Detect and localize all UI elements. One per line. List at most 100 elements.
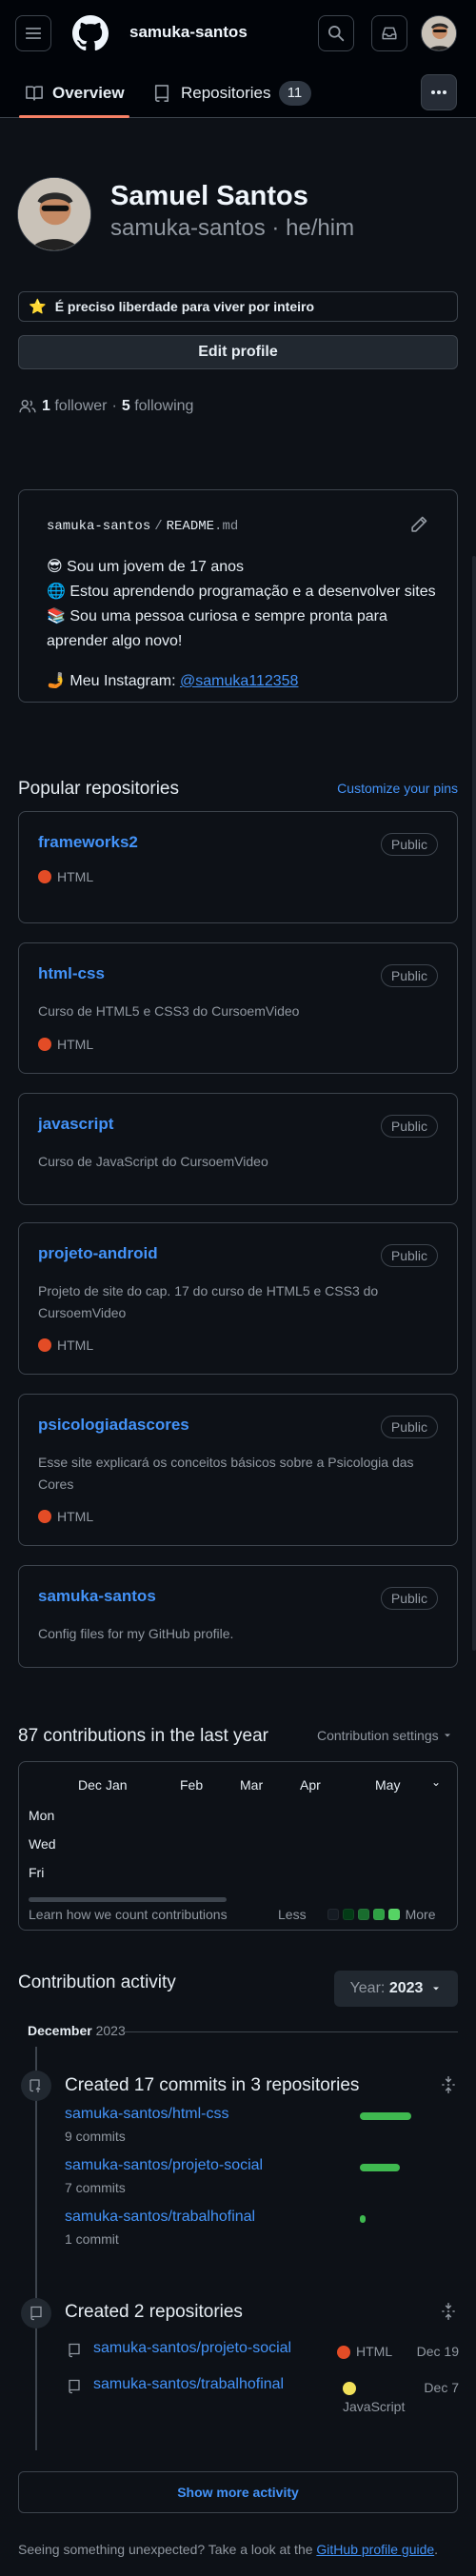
commit-count-link[interactable]: 1 commit xyxy=(65,2231,119,2247)
collapse-commits-button[interactable] xyxy=(440,2075,459,2094)
readme-line: 📚 Sou uma pessoa curiosa e sempre pronta… xyxy=(47,604,437,654)
language-color-dot xyxy=(38,1510,51,1523)
readme-body: 😎 Sou um jovem de 17 anos 🌐 Estou aprend… xyxy=(47,555,437,694)
create-event-badge xyxy=(21,2298,51,2328)
tab-repositories[interactable]: Repositories 11 xyxy=(152,69,311,118)
kebab-horizontal-icon xyxy=(431,90,446,94)
activity-month-year: 2023 xyxy=(95,2023,126,2038)
language-name: HTML xyxy=(57,1509,94,1524)
visibility-badge: Public xyxy=(380,833,438,856)
repo-icon xyxy=(154,85,169,102)
more-tabs-button[interactable] xyxy=(421,74,457,110)
inbox-icon xyxy=(382,27,397,40)
repo-name-link[interactable]: projeto-android xyxy=(38,1244,158,1263)
github-logo-icon[interactable] xyxy=(72,15,109,51)
contribution-settings-label: Contribution settings xyxy=(317,1728,439,1743)
follow-separator: · xyxy=(111,398,117,414)
repo-language: HTML xyxy=(38,1338,93,1353)
created-repos-summary[interactable]: Created 2 repositories xyxy=(65,2302,243,2323)
commit-count-link[interactable]: 9 commits xyxy=(65,2129,126,2144)
commit-share-bar xyxy=(360,2164,400,2171)
day-label: Fri xyxy=(29,1865,45,1880)
visibility-badge: Public xyxy=(380,1244,438,1267)
language-color-dot xyxy=(343,2382,356,2395)
legend-cells xyxy=(327,1909,404,1920)
header-username[interactable]: samuka-santos xyxy=(129,23,248,42)
legend-cell xyxy=(357,1909,369,1920)
day-label: Wed xyxy=(29,1836,56,1852)
fold-icon xyxy=(442,2076,455,2093)
user-avatar[interactable] xyxy=(421,15,457,51)
repo-icon xyxy=(69,2343,80,2358)
repo-name-link[interactable]: html-css xyxy=(38,964,105,983)
visibility-badge: Public xyxy=(380,1587,438,1610)
commit-share-bar xyxy=(360,2215,366,2223)
calendar-scrollbar[interactable] xyxy=(29,1897,227,1902)
month-label: Dec xyxy=(78,1777,102,1793)
repo-description: Esse site explicará os conceitos básicos… xyxy=(38,1455,414,1492)
repo-name-link[interactable]: javascript xyxy=(38,1115,113,1134)
search-button[interactable] xyxy=(318,15,354,51)
readme-line-text: Estou aprendendo programação e a desenvo… xyxy=(69,584,436,600)
tab-repositories-label: Repositories xyxy=(181,84,271,102)
triangle-down-icon xyxy=(433,1987,440,1991)
inbox-button[interactable] xyxy=(371,15,407,51)
profile-guide-link[interactable]: GitHub profile guide xyxy=(316,2542,434,2557)
repo-name-link[interactable]: psicologiadascores xyxy=(38,1416,189,1435)
legend-cell xyxy=(372,1909,385,1920)
status-text: É preciso liberdade para viver por intei… xyxy=(54,299,315,314)
created-repo-link[interactable]: samuka-santos/projeto-social xyxy=(93,2340,291,2357)
collapse-created-button[interactable] xyxy=(440,2302,459,2321)
following-link[interactable]: 5 following xyxy=(122,398,194,415)
followers-link[interactable]: 1 follower xyxy=(42,398,108,415)
created-repo-date: Dec 19 xyxy=(416,2344,459,2359)
commit-repo-link[interactable]: samuka-santos/trabalhofinal xyxy=(65,2209,255,2226)
readme-path: samuka-santos / README.md xyxy=(47,519,238,534)
calendar-months: Dec Jan Feb Mar Apr May ⌄ xyxy=(19,1775,457,1796)
activity-title: Contribution activity xyxy=(18,1972,176,1992)
repo-language: HTML xyxy=(38,1509,93,1524)
search-icon xyxy=(328,26,345,42)
repo-card: psicologiadascores Public Esse site explic… xyxy=(18,1394,458,1546)
sunglasses-emoji: 😎 xyxy=(47,559,63,575)
menu-button[interactable] xyxy=(15,15,51,51)
customize-pins-link[interactable]: Customize your pins xyxy=(333,781,458,796)
tab-overview[interactable]: Overview xyxy=(25,69,125,118)
profile-avatar xyxy=(17,177,91,251)
edit-profile-button[interactable]: Edit profile xyxy=(18,335,458,369)
commits-summary[interactable]: Created 17 commits in 3 repositories xyxy=(65,2075,359,2096)
repo-icon xyxy=(30,2306,42,2321)
readme-card: samuka-santos / README.md 😎 Sou um jovem d… xyxy=(18,489,458,703)
created-repo-link[interactable]: samuka-santos/trabalhofinal xyxy=(93,2376,284,2393)
visibility-badge: Public xyxy=(380,964,438,987)
commit-count-link[interactable]: 7 commits xyxy=(65,2180,126,2195)
commit-event-badge xyxy=(21,2071,51,2101)
following-count: 5 xyxy=(121,398,130,414)
triangle-down-icon xyxy=(444,1734,450,1737)
follow-stats: 1 follower · 5 following xyxy=(19,398,193,415)
learn-contributions-link[interactable]: Learn how we count contributions xyxy=(29,1907,228,1922)
repo-description: Projeto de site do cap. 17 do curso de H… xyxy=(38,1283,379,1320)
commit-repo-link[interactable]: samuka-santos/projeto-social xyxy=(65,2157,263,2174)
commit-repo-link[interactable]: samuka-santos/html-css xyxy=(65,2106,229,2123)
user-status[interactable]: ⭐ É preciso liberdade para viver por int… xyxy=(18,291,458,322)
instagram-link[interactable]: @samuka112358 xyxy=(180,673,298,689)
edit-readme-button[interactable] xyxy=(409,515,430,536)
calendar-legend: Less More xyxy=(278,1907,435,1922)
contribution-settings-button[interactable]: Contribution settings xyxy=(317,1728,453,1743)
year-select-button[interactable]: Year: 2023 xyxy=(334,1971,458,2007)
year-select-label: Year: xyxy=(349,1980,386,1996)
repo-name-link[interactable]: frameworks2 xyxy=(38,833,138,852)
legend-cell xyxy=(342,1909,354,1920)
show-more-activity-button[interactable]: Show more activity xyxy=(18,2471,458,2513)
repo-name-link[interactable]: samuka-santos xyxy=(38,1587,156,1606)
repo-card: html-css Public Curso de HTML5 e CSS3 do C… xyxy=(18,942,458,1074)
month-divider xyxy=(124,2031,458,2032)
tab-overview-underline xyxy=(19,115,129,118)
scrollbar[interactable] xyxy=(472,556,476,1651)
legend-cell xyxy=(387,1909,400,1920)
year-select-value: 2023 xyxy=(388,1980,424,1996)
legend-more: More xyxy=(405,1907,436,1922)
readme-owner: samuka-santos xyxy=(47,519,151,534)
month-label: May xyxy=(375,1777,401,1793)
